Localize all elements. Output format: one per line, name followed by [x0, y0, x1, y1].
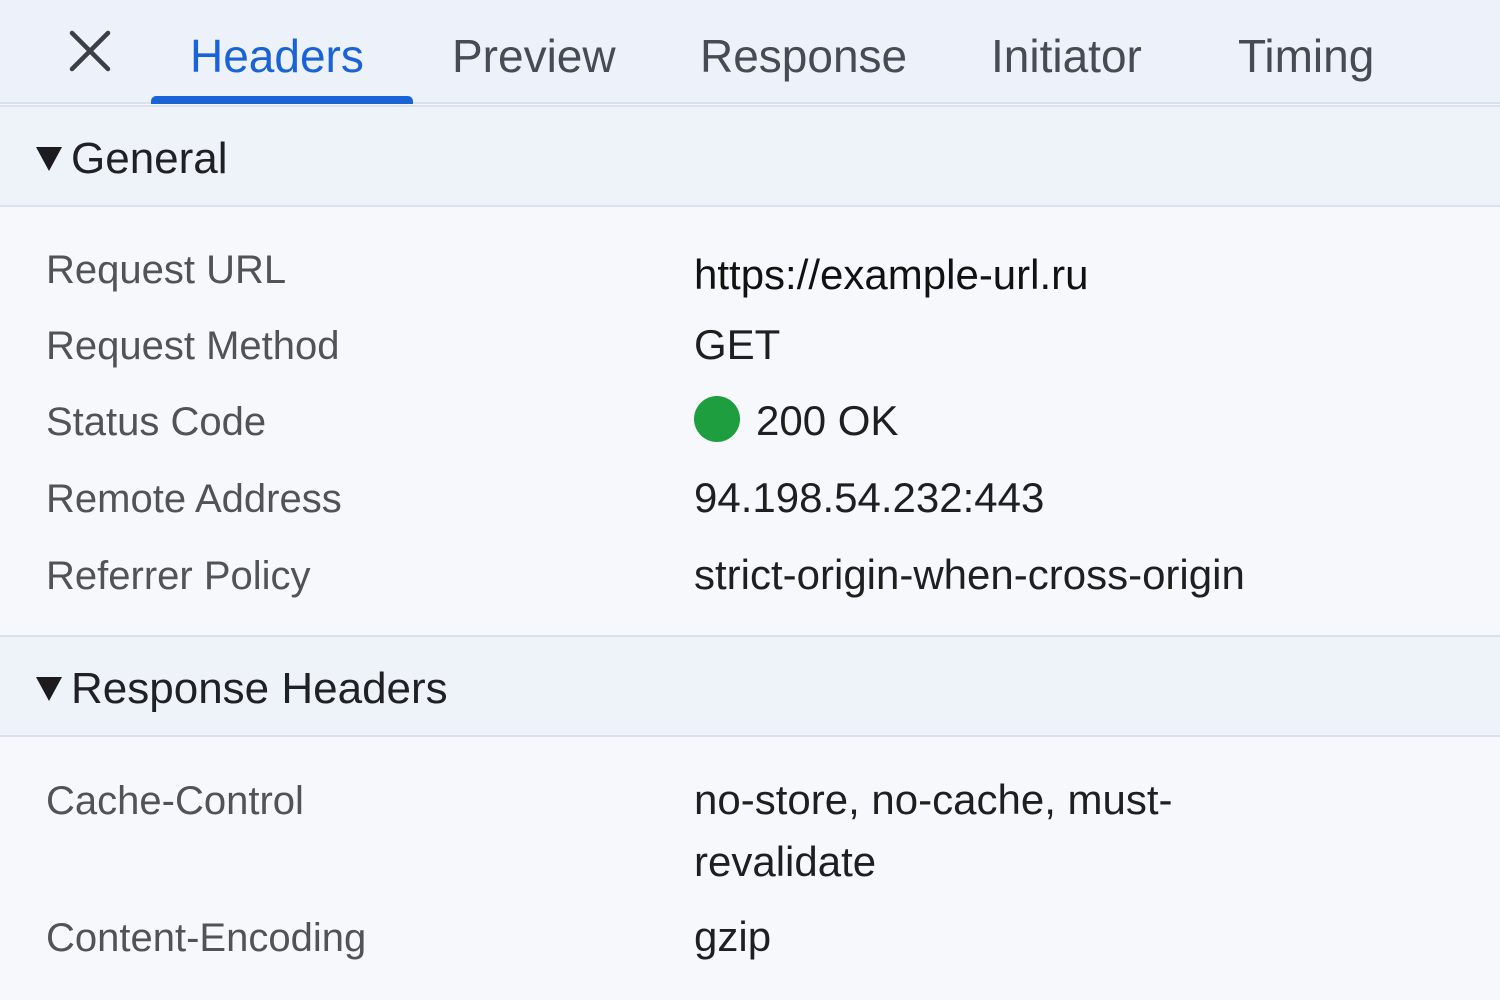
section-general-header[interactable]: General [0, 105, 1500, 207]
row-value-referrer-policy[interactable]: strict-origin-when-cross-origin [694, 544, 1454, 606]
row-value-remote-address[interactable]: 94.198.54.232:443 [694, 467, 1454, 529]
row-key-remote-address: Remote Address [46, 477, 342, 521]
row-value-content-encoding[interactable]: gzip [694, 906, 1454, 968]
row-value-cache-control[interactable]: no-store, no-cache, must-revalidate [694, 769, 1294, 893]
tab-timing[interactable]: Timing [1238, 28, 1374, 84]
tab-preview[interactable]: Preview [452, 28, 616, 84]
status-code-text: 200 OK [756, 397, 899, 444]
section-response-headers-header[interactable]: Response Headers [0, 635, 1500, 737]
section-general-title: General [71, 134, 228, 183]
row-key-request-url: Request URL [46, 248, 287, 292]
row-key-referrer-policy: Referrer Policy [46, 554, 311, 598]
status-ok-dot-icon [694, 395, 740, 442]
collapse-triangle-icon[interactable] [36, 147, 62, 171]
row-key-content-encoding: Content-Encoding [46, 916, 367, 960]
row-key-cache-control: Cache-Control [46, 779, 304, 823]
collapse-triangle-icon[interactable] [36, 677, 62, 701]
section-response-headers-title: Response Headers [71, 664, 448, 713]
row-value-status-code[interactable]: 200 OK [694, 390, 1454, 452]
tab-initiator[interactable]: Initiator [991, 28, 1142, 84]
row-key-status-code: Status Code [46, 400, 267, 444]
row-value-request-url[interactable]: https://example-url.ru [694, 244, 1454, 306]
row-key-request-method: Request Method [46, 324, 340, 368]
tab-response[interactable]: Response [700, 28, 907, 84]
active-tab-indicator [151, 96, 413, 104]
tab-bar: Headers Preview Response Initiator Timin… [0, 0, 1500, 104]
devtools-request-panel: Headers Preview Response Initiator Timin… [0, 0, 1500, 1000]
close-icon[interactable] [64, 28, 116, 76]
tab-headers[interactable]: Headers [190, 28, 364, 84]
row-value-request-method[interactable]: GET [694, 314, 1454, 376]
